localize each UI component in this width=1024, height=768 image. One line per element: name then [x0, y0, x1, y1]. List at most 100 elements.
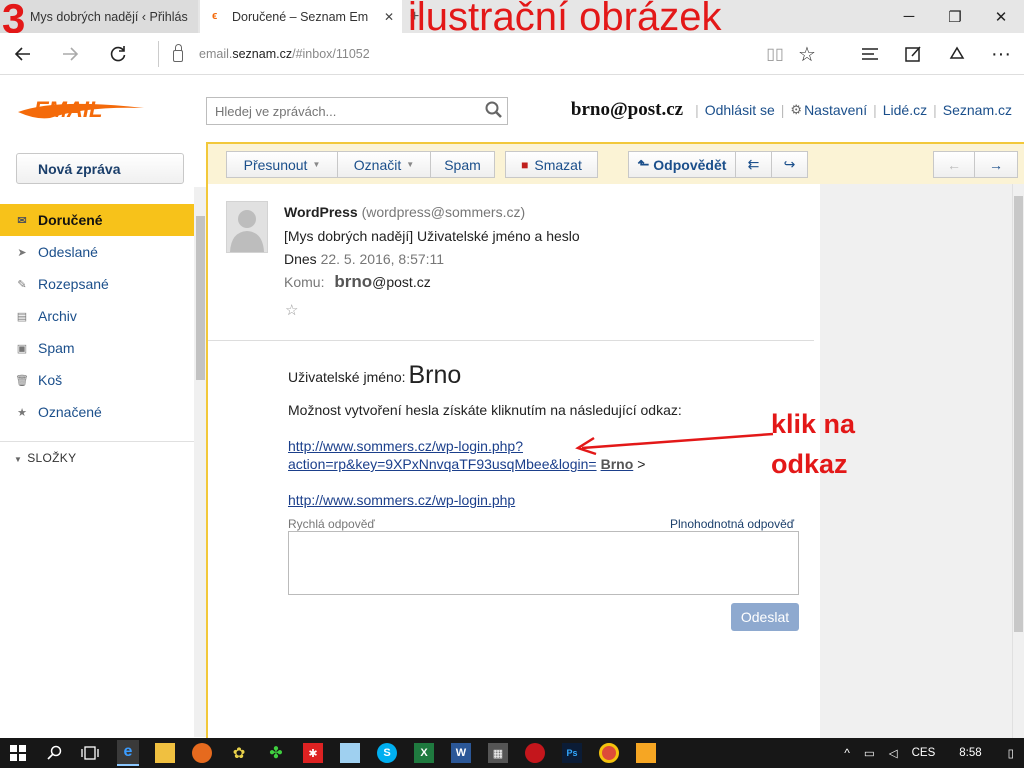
excel-icon[interactable]: X	[414, 743, 434, 763]
full-reply-link[interactable]: Plnohodnotná odpověď	[670, 517, 794, 531]
logout-link[interactable]: Odhlásit se	[705, 102, 775, 118]
hub-icon[interactable]	[855, 39, 885, 69]
tab-label: Doručené – Seznam Em	[232, 9, 369, 24]
forward-button[interactable]	[55, 39, 85, 69]
bug-app-icon[interactable]: ✱	[303, 743, 323, 763]
tab-inbox[interactable]: ϵ Doručené – Seznam Em ✕	[200, 0, 402, 33]
refresh-button[interactable]	[103, 39, 133, 69]
firefox-icon[interactable]	[192, 743, 212, 763]
sidebar-item-label: Odeslané	[38, 244, 98, 260]
reset-link-text1[interactable]: http://www.sommers.cz/wp-login.php?	[288, 438, 523, 454]
edge-browser-icon[interactable]: e	[117, 740, 139, 766]
skype-icon[interactable]: S	[377, 743, 397, 763]
refresh-icon	[110, 46, 126, 62]
action-center-icon[interactable]: ▯	[1008, 746, 1014, 760]
address-bar[interactable]: email. seznam.cz/#inbox/11052	[158, 41, 748, 67]
reading-view-icon[interactable]: ▯▯	[760, 39, 790, 69]
date-line: Dnes 22. 5. 2016, 8:57:11	[284, 251, 444, 267]
previous-message-button[interactable]: ←	[933, 151, 975, 178]
share-icon[interactable]	[942, 39, 972, 69]
minimize-button[interactable]: ─	[886, 0, 932, 33]
seznam-link[interactable]: Seznam.cz	[943, 102, 1012, 118]
login-link-line[interactable]: http://www.sommers.cz/wp-login.php	[288, 492, 515, 508]
sidebar-item-3[interactable]: ✎ Rozepsané	[0, 268, 194, 300]
sidebar-item-2[interactable]: ➤ Odeslané	[0, 236, 194, 268]
task-view-icon[interactable]	[80, 743, 100, 763]
notification-icon[interactable]: ▭	[864, 746, 875, 760]
tab-label: Mys dobrých nadějí ‹ Přihlás	[30, 9, 188, 24]
back-button[interactable]	[8, 39, 38, 69]
volume-icon[interactable]: ◁	[889, 746, 898, 760]
sidebar-item-4[interactable]: ▤ Archiv	[0, 300, 194, 332]
search-icon[interactable]	[45, 743, 65, 763]
search-icon[interactable]	[484, 100, 504, 120]
reset-link-line1[interactable]: http://www.sommers.cz/wp-login.php?	[288, 438, 523, 454]
inbox-icon: ✉	[17, 214, 27, 227]
send-button[interactable]: Odeslat	[731, 603, 799, 631]
message-scroll-thumb[interactable]	[1014, 196, 1023, 632]
lide-link[interactable]: Lidé.cz	[883, 102, 927, 118]
folders-heading[interactable]: ▼ SLOŽKY	[14, 451, 76, 465]
language-indicator[interactable]: CES	[912, 747, 936, 759]
word-icon[interactable]: W	[451, 743, 471, 763]
svg-text:EMAIL: EMAIL	[34, 97, 102, 122]
quick-reply-textarea[interactable]	[288, 531, 799, 595]
maximize-button[interactable]: ❐	[932, 0, 978, 33]
close-tab-icon[interactable]: ✕	[384, 10, 394, 24]
notes-app-icon[interactable]	[340, 743, 360, 763]
reply-all-button[interactable]: ⇇	[735, 151, 772, 178]
sidebar-item-1[interactable]: ✉ Doručené	[0, 204, 194, 236]
login-link[interactable]: http://www.sommers.cz/wp-login.php	[288, 492, 515, 508]
sidebar-item-label: Rozepsané	[38, 276, 109, 292]
chrome-icon[interactable]	[599, 743, 619, 763]
search-input[interactable]	[206, 97, 508, 125]
windows-start-icon[interactable]	[8, 743, 28, 763]
sender-line: WordPress (wordpress@sommers.cz)	[284, 204, 525, 220]
sidebar-scroll-thumb[interactable]	[196, 216, 205, 380]
lock-icon	[173, 44, 183, 62]
compose-button[interactable]: Nová zpráva	[16, 153, 184, 184]
tab-wordpress-login[interactable]: Mys dobrých nadějí ‹ Přihlás	[0, 0, 198, 33]
star-icon: ★	[17, 406, 27, 419]
delete-button[interactable]: ■ Smazat	[505, 151, 598, 178]
body-username-line: Uživatelské jméno: Brno	[288, 357, 461, 389]
file-explorer-icon[interactable]	[155, 743, 175, 763]
chevron-up-icon[interactable]: ^	[844, 746, 850, 760]
clover-app-icon[interactable]: ✤	[266, 743, 286, 763]
move-button[interactable]: Přesunout ▼	[226, 151, 338, 178]
mark-button[interactable]: Označit ▼	[337, 151, 431, 178]
arrow-right-icon: →	[989, 156, 1003, 173]
calculator-icon[interactable]: ▦	[488, 743, 508, 763]
back-arrow-icon	[14, 47, 30, 61]
photoshop-icon[interactable]: Ps	[562, 743, 582, 763]
more-options-icon[interactable]: ···	[986, 39, 1016, 69]
forward-arrow-icon	[63, 47, 79, 61]
web-note-icon[interactable]	[898, 39, 928, 69]
move-label: Přesunout	[243, 156, 308, 173]
app-tool-icon[interactable]: ✿	[229, 743, 249, 763]
sidebar-item-label: Spam	[38, 340, 75, 356]
favorite-star-icon[interactable]: ☆	[792, 39, 822, 69]
sender-email: (wordpress@sommers.cz)	[361, 204, 526, 220]
email-logo[interactable]: EMAIL	[16, 92, 146, 128]
gear-icon: ⚙	[790, 102, 803, 117]
tiles-app-icon[interactable]	[636, 743, 656, 763]
address-domain: seznam.cz	[232, 47, 293, 61]
clock[interactable]: 8:58	[959, 747, 981, 759]
recipient-domain: @post.cz	[372, 274, 431, 290]
next-message-button[interactable]: →	[974, 151, 1018, 178]
sender-name[interactable]: WordPress	[284, 204, 358, 220]
sidebar-item-5[interactable]: ▣ Spam	[0, 332, 194, 364]
reply-button[interactable]: ⬑ Odpovědět	[628, 151, 736, 178]
quick-reply-label: Rychlá odpověď	[288, 517, 375, 531]
star-toggle-icon[interactable]: ☆	[285, 301, 298, 319]
forward-mail-button[interactable]: ↪	[771, 151, 808, 178]
spam-label: Spam	[444, 156, 481, 173]
spam-button[interactable]: Spam	[430, 151, 495, 178]
sidebar-item-6[interactable]: 🗑 Koš	[0, 364, 194, 396]
sidebar-item-7[interactable]: ★ Označené	[0, 396, 194, 428]
system-tray: ^ ▭ ◁ CES 8:58 ▯	[844, 738, 1024, 768]
settings-link[interactable]: Nastavení	[804, 102, 867, 118]
opera-icon[interactable]	[525, 743, 545, 763]
close-window-button[interactable]: ✕	[978, 0, 1024, 33]
